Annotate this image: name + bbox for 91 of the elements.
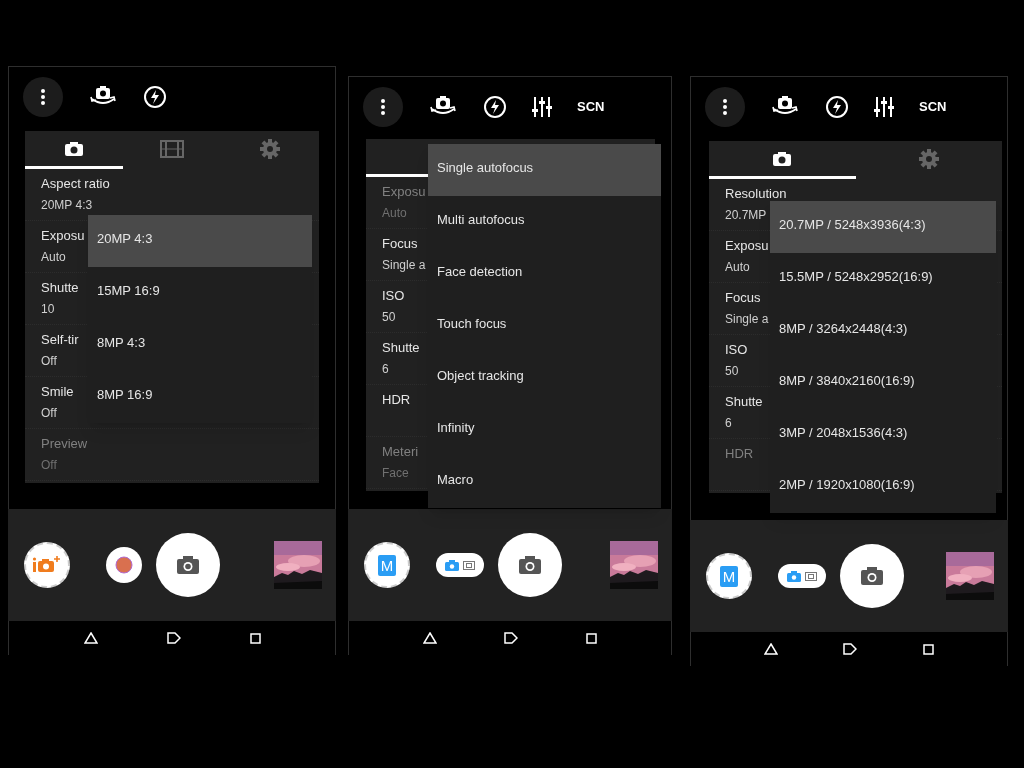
setting-value: Auto	[382, 205, 407, 221]
flash-icon[interactable]	[825, 95, 849, 119]
setting-label: Aspect ratio	[41, 175, 110, 193]
recent-apps-icon[interactable]	[923, 643, 935, 655]
settings-icon	[917, 147, 940, 170]
camera-icon	[787, 570, 801, 582]
menu-item[interactable]: 2MP / 1920x1080(16:9)	[770, 461, 996, 513]
setting-value: Face	[382, 465, 409, 481]
menu-item[interactable]: Macro	[428, 456, 661, 508]
mode-button[interactable]	[24, 542, 70, 588]
menu-item[interactable]: Multi autofocus	[428, 196, 661, 248]
smart-camera-icon	[32, 555, 62, 575]
setting-label: Focus	[382, 235, 418, 253]
menu-item[interactable]: Infinity	[428, 404, 661, 456]
settings-icon	[259, 137, 281, 160]
setting-value: Off	[41, 353, 57, 369]
menu-button[interactable]	[363, 87, 403, 127]
record-dot-icon	[115, 556, 133, 574]
setting-label: ISO	[725, 341, 748, 359]
setting-label: Shutte	[725, 393, 763, 411]
setting-label: HDR	[725, 445, 754, 463]
menu-item[interactable]: Object tracking	[428, 352, 661, 404]
flash-icon[interactable]	[143, 85, 167, 109]
setting-label: Exposu	[41, 227, 85, 245]
menu-item[interactable]: 8MP 16:9	[88, 371, 312, 423]
recent-apps-icon[interactable]	[586, 632, 598, 644]
camera-icon	[860, 566, 884, 586]
setting-value: 50	[382, 309, 396, 325]
setting-label: Focus	[725, 289, 761, 307]
menu-item[interactable]: 15.5MP / 5248x2952(16:9)	[770, 253, 996, 305]
setting-label: Smile	[41, 383, 74, 401]
back-icon[interactable]	[763, 643, 778, 655]
photo-video-switch[interactable]	[436, 553, 484, 577]
setting-value: 6	[382, 361, 389, 377]
setting-label: Shutte	[382, 339, 420, 357]
home-icon[interactable]	[166, 632, 181, 644]
setting-value: 20.7MP	[725, 207, 767, 223]
menu-item[interactable]: 8MP / 3264x2448(4:3)	[770, 305, 996, 357]
setting-value: Off	[41, 405, 57, 421]
scene-button[interactable]: SCN	[577, 97, 605, 117]
back-icon[interactable]	[83, 632, 98, 644]
setting-label: Self-tir	[41, 331, 79, 349]
more-icon	[722, 98, 728, 116]
menu-item[interactable]: 20.7MP / 5248x3936(4:3)	[770, 201, 996, 253]
menu-item[interactable]: Touch focus	[428, 300, 661, 352]
menu-item[interactable]: Face detection	[428, 248, 661, 300]
more-icon	[40, 88, 46, 106]
setting-label: Resolution	[725, 185, 787, 203]
setting-label: Exposu	[382, 183, 426, 201]
menu-button[interactable]	[705, 87, 745, 127]
back-icon[interactable]	[422, 632, 437, 644]
setting-value: Single a	[382, 257, 426, 273]
setting-value: 6	[725, 415, 732, 431]
more-icon	[380, 98, 386, 116]
menu-item[interactable]: 3MP / 2048x1536(4:3)	[770, 409, 996, 461]
video-icon	[463, 560, 475, 570]
menu-item[interactable]: 20MP 4:3	[88, 215, 312, 267]
setting-label: Shutte	[41, 279, 79, 297]
setting-value: 50	[725, 363, 739, 379]
setting-value: Off	[41, 457, 57, 473]
home-icon[interactable]	[504, 632, 519, 644]
menu-item[interactable]: 15MP 16:9	[88, 267, 312, 319]
setting-value: Auto	[41, 249, 66, 265]
photo-video-switch[interactable]	[778, 564, 826, 588]
camera-icon	[64, 140, 84, 157]
video-icon	[805, 571, 817, 581]
menu-item[interactable]: 8MP / 3840x2160(16:9)	[770, 357, 996, 409]
camera-icon	[518, 555, 542, 575]
setting-value: Single a	[725, 311, 769, 327]
setting-label: Exposu	[725, 237, 769, 255]
setting-label: Preview	[41, 435, 88, 453]
record-button[interactable]	[106, 547, 142, 583]
menu-button[interactable]	[23, 77, 63, 117]
recent-apps-icon[interactable]	[249, 632, 261, 644]
sliders-icon[interactable]	[532, 96, 552, 118]
setting-label: Meteri	[382, 443, 419, 461]
menu-item[interactable]: Single autofocus	[428, 144, 661, 196]
home-icon[interactable]	[843, 643, 858, 655]
setting-label: HDR	[382, 391, 411, 409]
menu-item[interactable]: 8MP 4:3	[88, 319, 312, 371]
setting-value: 20MP 4:3	[41, 197, 93, 213]
camera-icon	[445, 559, 459, 571]
setting-value: Auto	[725, 259, 750, 275]
setting-label: ISO	[382, 287, 405, 305]
setting-value: 10	[41, 301, 55, 317]
camera-icon	[176, 555, 200, 575]
flash-icon[interactable]	[483, 95, 507, 119]
camera-icon	[772, 150, 793, 167]
scene-button[interactable]: SCN	[919, 97, 947, 117]
film-icon	[160, 139, 184, 158]
sliders-icon[interactable]	[874, 96, 894, 118]
